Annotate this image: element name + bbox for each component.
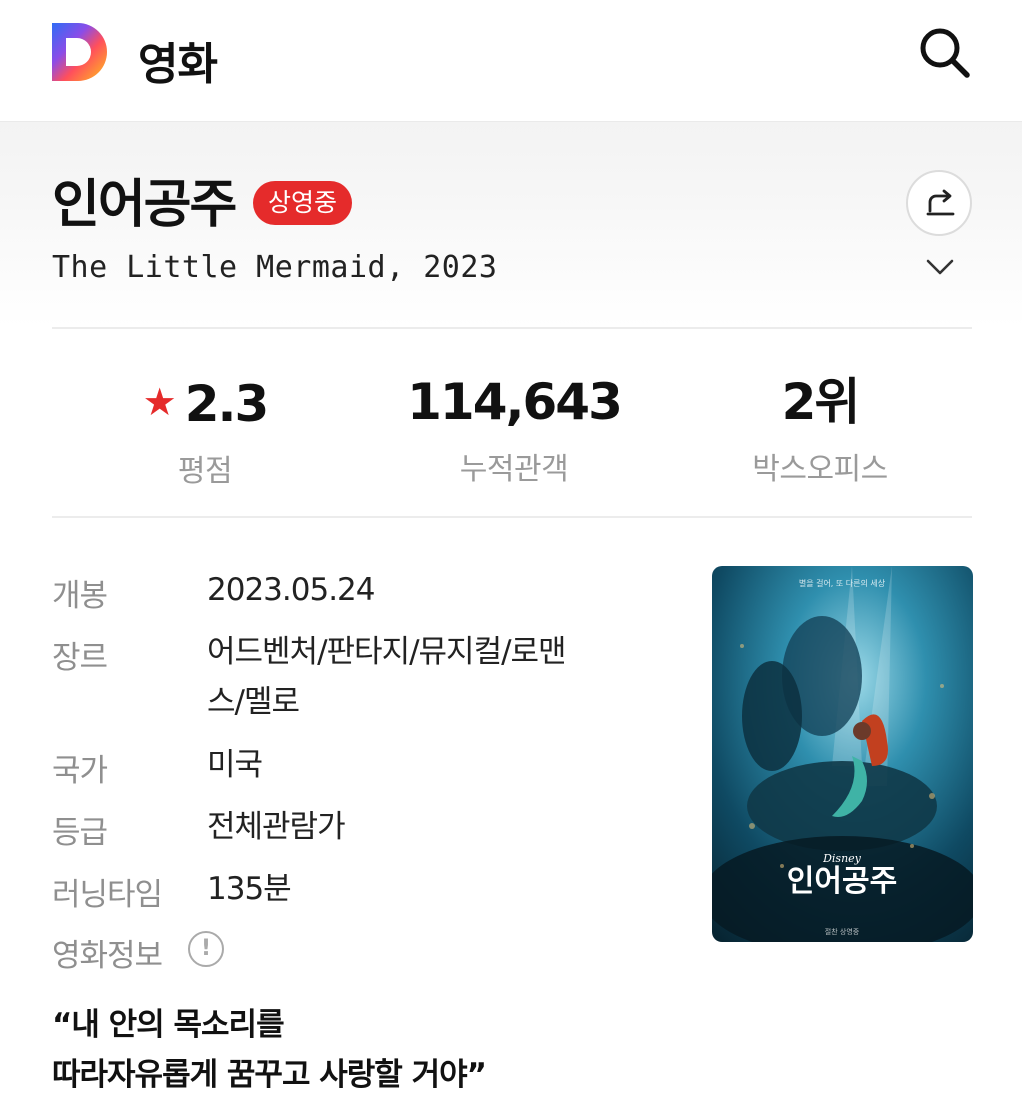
info-value-genre: 어드벤처/판타지/뮤지컬/로맨 스/멜로: [207, 634, 567, 720]
info-label-runtime: 러닝타임: [52, 877, 163, 913]
divider: [52, 327, 972, 329]
share-button[interactable]: [906, 170, 972, 236]
boxoffice-label: 박스오피스: [752, 452, 888, 487]
poster-image: 별을 걸어, 또 다른의 세상 Disney 인어공주 절찬 상영중: [712, 566, 973, 942]
service-title: 영화: [138, 39, 218, 90]
search-button[interactable]: [916, 24, 976, 80]
audience-value: 114,643: [407, 373, 623, 431]
search-icon: [920, 28, 970, 78]
info-label-genre: 장르: [52, 640, 108, 676]
info-value-runtime: 135분: [207, 871, 292, 907]
status-badge: 상영중: [253, 181, 353, 225]
stat-boxoffice: 2위 박스오피스: [720, 370, 920, 488]
info-label-rating: 등급: [52, 815, 108, 851]
stat-rating: ★ 2.3 평점: [110, 370, 300, 490]
daum-logo-icon[interactable]: [52, 23, 109, 81]
info-icon[interactable]: !: [188, 931, 224, 967]
share-icon: [926, 189, 955, 216]
movie-info-link[interactable]: 영화정보: [52, 930, 163, 975]
expand-button[interactable]: [920, 252, 960, 284]
info-label-country: 국가: [52, 753, 108, 789]
info-value-release: 2023.05.24: [207, 572, 376, 608]
boxoffice-value: 2위: [781, 373, 861, 431]
poster-title: 인어공주: [787, 864, 897, 899]
poster-bottom-text: 절찬 상영중: [825, 927, 860, 936]
info-value-rating: 전체관람가: [207, 809, 346, 845]
info-label-release: 개봉: [52, 578, 108, 614]
info-value-country: 미국: [207, 747, 263, 783]
stat-audience: 114,643 누적관객: [394, 370, 634, 488]
movie-title: 인어공주: [52, 175, 237, 235]
app-header: 영화: [0, 0, 1022, 122]
rating-label: 평점: [177, 454, 233, 489]
movie-poster[interactable]: 별을 걸어, 또 다른의 세상 Disney 인어공주 절찬 상영중: [712, 566, 973, 942]
divider: [52, 516, 972, 518]
movie-tagline: “내 안의 목소리를 따라자유롭게 꿈꾸고 사랑할 거야”: [52, 1007, 487, 1093]
poster-tagline-top: 별을 걸어, 또 다른의 세상: [799, 578, 886, 588]
original-title: The Little Mermaid, 2023: [52, 250, 498, 285]
audience-label: 누적관객: [459, 452, 569, 487]
rating-value: 2.3: [184, 375, 270, 433]
star-icon: ★: [142, 380, 177, 424]
chevron-down-icon: [926, 259, 954, 275]
